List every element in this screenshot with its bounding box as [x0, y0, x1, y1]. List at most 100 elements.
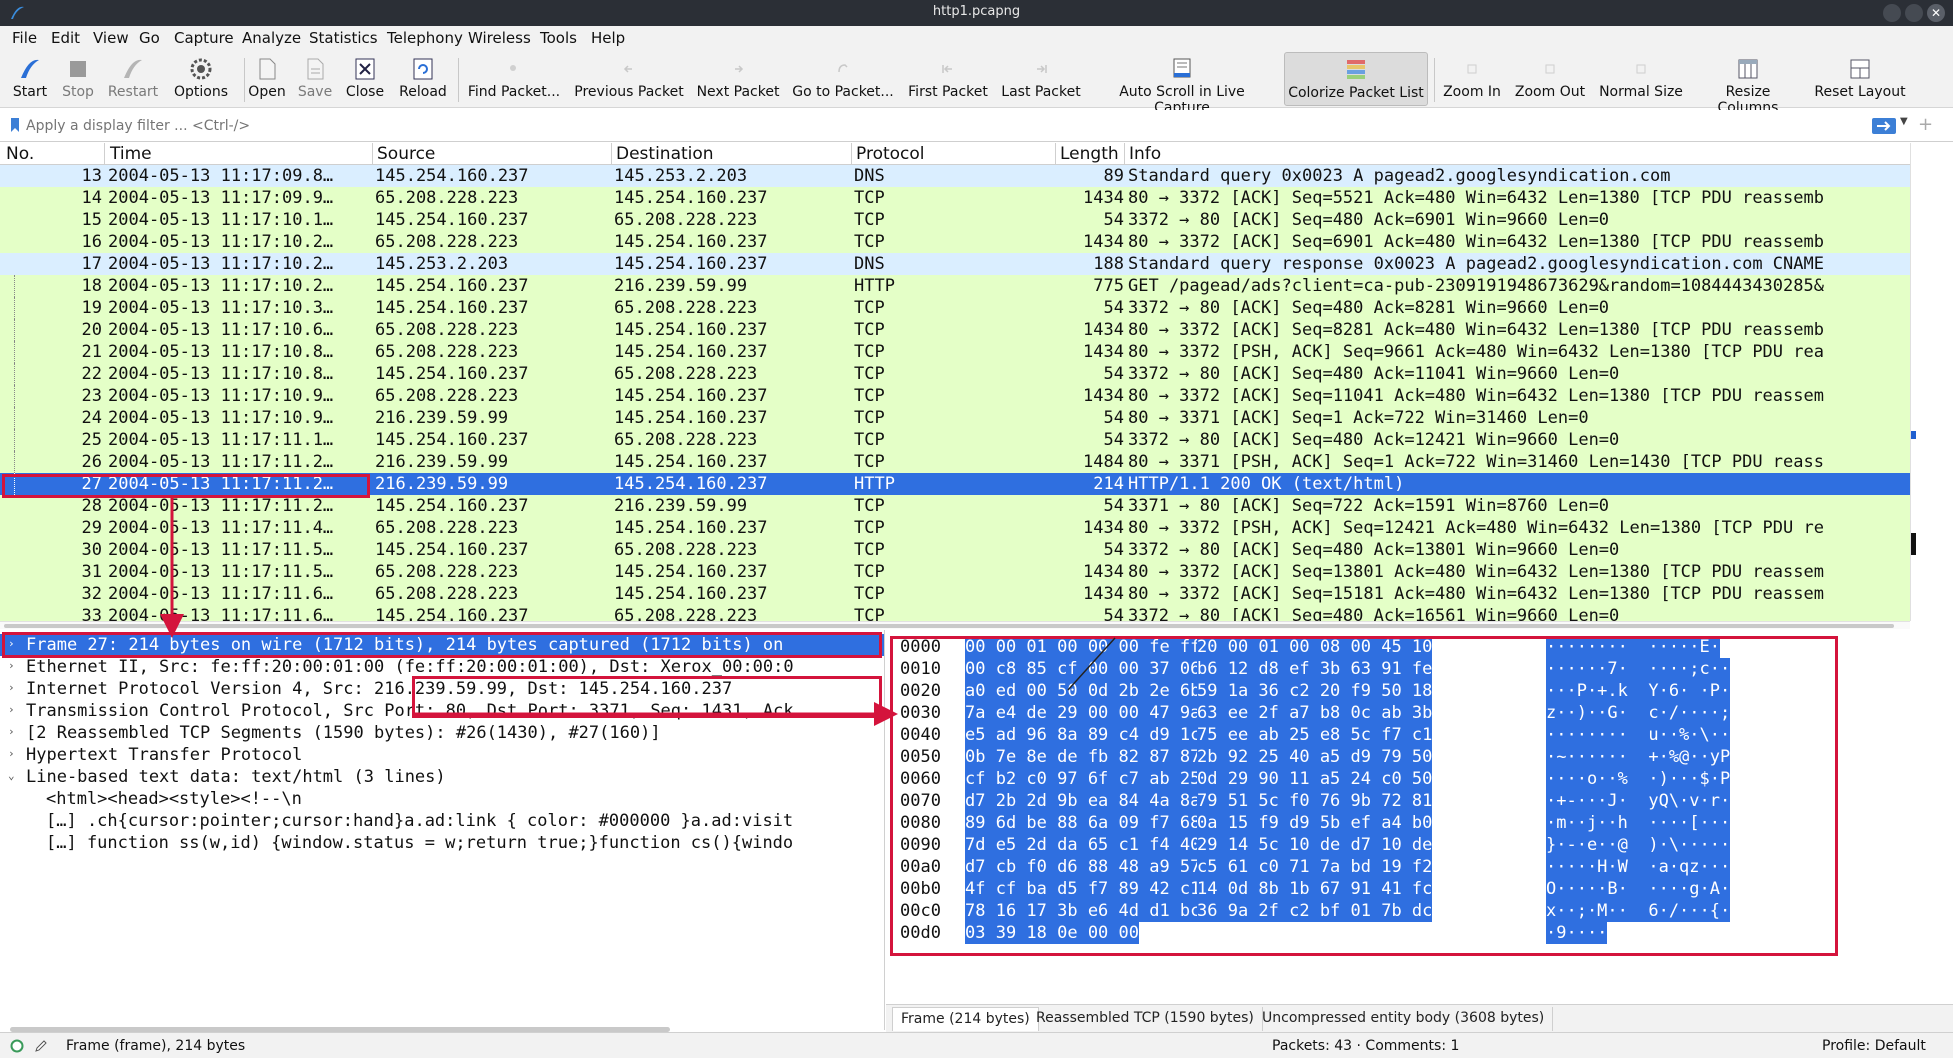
bookmark-icon[interactable]: [10, 117, 20, 133]
packet-row[interactable]: 24 2004-05-13 11:17:10.9… 216.239.59.99 145…: [0, 407, 1910, 429]
hex-row[interactable]: 00c0 78 16 17 3b e6 4d d1 bc 36 9a 2f c2 b…: [886, 900, 1953, 922]
reset-layout-button[interactable]: Reset Layout: [1812, 52, 1908, 106]
maximize-button[interactable]: [1905, 4, 1923, 22]
column-separator[interactable]: [372, 143, 373, 165]
packet-row[interactable]: 23 2004-05-13 11:17:10.9… 65.208.228.223 14…: [0, 385, 1910, 407]
column-separator[interactable]: [1124, 143, 1125, 165]
expand-right-icon[interactable]: ›: [8, 703, 15, 716]
hex-row[interactable]: 0030 7a e4 de 29 00 00 47 9a 63 ee 2f a7 b…: [886, 702, 1953, 724]
hex-row[interactable]: 0070 d7 2b 2d 9b ea 84 4a 8a 79 51 5c f0 7…: [886, 790, 1953, 812]
menu-go[interactable]: Go: [139, 28, 160, 48]
packet-row[interactable]: 14 2004-05-13 11:17:09.9… 65.208.228.223 14…: [0, 187, 1910, 209]
zoom-in-button[interactable]: Zoom In: [1440, 52, 1504, 106]
packet-row[interactable]: 13 2004-05-13 11:17:09.8… 145.254.160.237 1…: [0, 165, 1910, 187]
colorize-packet-list-button[interactable]: Colorize Packet List: [1284, 52, 1428, 106]
packet-row[interactable]: 18 2004-05-13 11:17:10.2… 145.254.160.237 2…: [0, 275, 1910, 297]
column-separator[interactable]: [851, 143, 852, 165]
go-to-packet-button[interactable]: Go to Packet...: [790, 52, 896, 106]
save-file-button[interactable]: Save: [296, 52, 334, 106]
previous-packet-button[interactable]: Previous Packet: [574, 52, 684, 106]
hex-row[interactable]: 00d0 03 39 18 0e 00 00 ·9····: [886, 922, 1953, 944]
close-file-button[interactable]: Close: [344, 52, 386, 106]
packet-row[interactable]: 20 2004-05-13 11:17:10.6… 65.208.228.223 14…: [0, 319, 1910, 341]
auto-scroll-button[interactable]: Auto Scroll in Live Capture: [1092, 52, 1272, 116]
menu-capture[interactable]: Capture: [174, 28, 234, 48]
column-separator[interactable]: [104, 143, 105, 165]
packet-row[interactable]: 32 2004-05-13 11:17:11.6… 65.208.228.223 14…: [0, 583, 1910, 605]
minimize-button[interactable]: [1883, 4, 1901, 22]
details-tree-row[interactable]: › Frame 27: 214 bytes on wire (1712 bits)…: [0, 634, 884, 656]
next-packet-button[interactable]: Next Packet: [696, 52, 780, 106]
packet-row[interactable]: 21 2004-05-13 11:17:10.8… 65.208.228.223 14…: [0, 341, 1910, 363]
details-tree-row[interactable]: › [2 Reassembled TCP Segments (1590 bytes…: [0, 722, 884, 744]
packet-row[interactable]: 19 2004-05-13 11:17:10.3… 145.254.160.237 6…: [0, 297, 1910, 319]
menu-edit[interactable]: Edit: [51, 28, 80, 48]
hex-row[interactable]: 0090 7d e5 2d da 65 c1 f4 40 29 14 5c 10 d…: [886, 834, 1953, 856]
hex-row[interactable]: 00a0 d7 cb f0 d6 88 48 a9 57 c5 61 c0 71 7…: [886, 856, 1953, 878]
find-packet-button[interactable]: Find Packet...: [466, 52, 562, 106]
menu-help[interactable]: Help: [591, 28, 625, 48]
packet-row[interactable]: 22 2004-05-13 11:17:10.8… 145.254.160.237 6…: [0, 363, 1910, 385]
packet-row[interactable]: 17 2004-05-13 11:17:10.2… 145.253.2.203 145…: [0, 253, 1910, 275]
menu-wireless[interactable]: Wireless: [468, 28, 531, 48]
tab-uncompressed-entity-body[interactable]: Uncompressed entity body (3608 bytes): [1254, 1007, 1554, 1031]
open-file-button[interactable]: Open: [248, 52, 286, 106]
tab-reassembled-tcp[interactable]: Reassembled TCP (1590 bytes): [1028, 1007, 1263, 1031]
details-leaf-row[interactable]: […] .ch{cursor:pointer;cursor:hand}a.ad:…: [0, 810, 884, 832]
hex-row[interactable]: 0050 0b 7e 8e de fb 82 87 87 2b 92 25 40 a…: [886, 746, 1953, 768]
hex-row[interactable]: 0020 a0 ed 00 50 0d 2b 2e 6b 59 1a 36 c2 2…: [886, 680, 1953, 702]
details-leaf-row[interactable]: […] function ss(w,id) {window.status = w…: [0, 832, 884, 854]
packet-row[interactable]: 26 2004-05-13 11:17:11.2… 216.239.59.99 145…: [0, 451, 1910, 473]
column-separator[interactable]: [1055, 143, 1056, 165]
packet-list-hscrollbar[interactable]: [0, 621, 1910, 629]
details-tree-row[interactable]: ⌄ Line-based text data: text/html (3 line…: [0, 766, 884, 788]
start-capture-button[interactable]: Start: [8, 52, 52, 106]
column-header-length[interactable]: Length: [1060, 144, 1119, 164]
column-header-source[interactable]: Source: [377, 144, 435, 164]
packet-row[interactable]: 15 2004-05-13 11:17:10.1… 145.254.160.237 6…: [0, 209, 1910, 231]
column-header-no[interactable]: No.: [6, 144, 34, 164]
menu-tools[interactable]: Tools: [540, 28, 577, 48]
details-tree-row[interactable]: › Internet Protocol Version 4, Src: 216.2…: [0, 678, 884, 700]
scrollbar-thumb[interactable]: [4, 624, 1894, 628]
menu-telephony[interactable]: Telephony: [387, 28, 463, 48]
menu-file[interactable]: File: [12, 28, 37, 48]
menu-analyze[interactable]: Analyze: [242, 28, 301, 48]
column-header-info[interactable]: Info: [1129, 144, 1161, 164]
packet-row[interactable]: 29 2004-05-13 11:17:11.4… 65.208.228.223 14…: [0, 517, 1910, 539]
zoom-out-button[interactable]: Zoom Out: [1512, 52, 1588, 106]
stop-capture-button[interactable]: Stop: [56, 52, 100, 106]
details-tree-row[interactable]: › Hypertext Transfer Protocol: [0, 744, 884, 766]
packet-row[interactable]: 33 2004-05-13 11:17:11.6… 145.254.160.237 6…: [0, 605, 1910, 621]
menu-statistics[interactable]: Statistics: [309, 28, 378, 48]
hex-row[interactable]: 0080 89 6d be 88 6a 09 f7 68 0a 15 f9 d9 5…: [886, 812, 1953, 834]
expand-right-icon[interactable]: ›: [8, 725, 15, 738]
resize-columns-button[interactable]: Resize Columns: [1694, 52, 1802, 116]
menu-view[interactable]: View: [93, 28, 129, 48]
tab-frame-bytes[interactable]: Frame (214 bytes): [892, 1007, 1039, 1031]
expand-down-icon[interactable]: ⌄: [8, 769, 15, 782]
status-profile[interactable]: Profile: Default: [1822, 1038, 1926, 1054]
column-separator[interactable]: [611, 143, 612, 165]
details-leaf-row[interactable]: <html><head><style><!--\n: [0, 788, 884, 810]
details-tree-row[interactable]: › Transmission Control Protocol, Src Port…: [0, 700, 884, 722]
packet-row[interactable]: 25 2004-05-13 11:17:11.1… 145.254.160.237 6…: [0, 429, 1910, 451]
packet-row[interactable]: 30 2004-05-13 11:17:11.5… 145.254.160.237 6…: [0, 539, 1910, 561]
expand-right-icon[interactable]: ›: [8, 637, 15, 650]
column-header-protocol[interactable]: Protocol: [856, 144, 925, 164]
column-header-time[interactable]: Time: [110, 144, 152, 164]
packet-row[interactable]: 28 2004-05-13 11:17:11.2… 145.254.160.237 2…: [0, 495, 1910, 517]
hex-row[interactable]: 0040 e5 ad 96 8a 89 c4 d9 1c 75 ee ab 25 e…: [886, 724, 1953, 746]
expand-right-icon[interactable]: ›: [8, 747, 15, 760]
capture-options-button[interactable]: Options: [170, 52, 232, 106]
packet-row-selected[interactable]: 27 2004-05-13 11:17:11.2… 216.239.59.99 145…: [0, 473, 1910, 495]
restart-capture-button[interactable]: Restart: [104, 52, 162, 106]
display-filter-input[interactable]: [26, 114, 1856, 138]
normal-size-button[interactable]: Normal Size: [1596, 52, 1686, 106]
expand-right-icon[interactable]: ›: [8, 681, 15, 694]
details-tree-row[interactable]: › Ethernet II, Src: fe:ff:20:00:01:00 (fe…: [0, 656, 884, 678]
first-packet-button[interactable]: First Packet: [906, 52, 990, 106]
packet-row[interactable]: 16 2004-05-13 11:17:10.2… 65.208.228.223 14…: [0, 231, 1910, 253]
hex-row[interactable]: 0010 00 c8 85 cf 00 00 37 06 b6 12 d8 ef 3…: [886, 658, 1953, 680]
last-packet-button[interactable]: Last Packet: [1000, 52, 1082, 106]
